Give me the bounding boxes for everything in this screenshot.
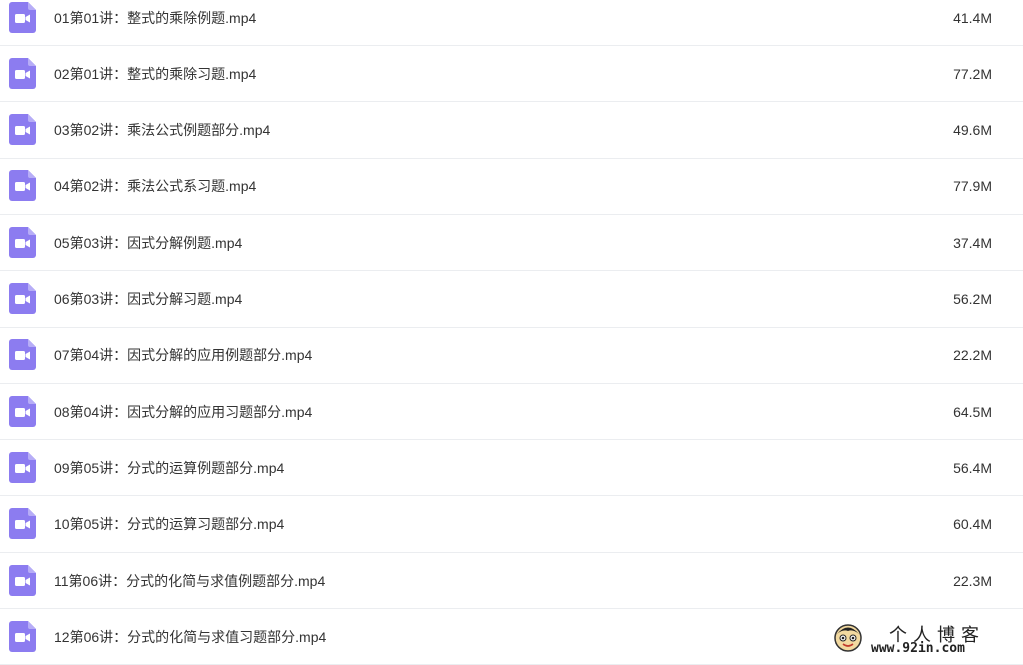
file-name[interactable]: 06第03讲：因式分解习题.mp4 bbox=[54, 272, 242, 327]
video-file-icon bbox=[9, 1, 36, 33]
file-row[interactable]: 03第02讲：乘法公式例题部分.mp4 49.6M bbox=[0, 103, 1023, 159]
video-file-icon bbox=[9, 226, 36, 258]
file-size: 56.2M bbox=[953, 291, 992, 307]
file-size: 77.9M bbox=[953, 178, 992, 195]
file-name[interactable]: 12第06讲：分式的化简与求值习题部分.mp4 bbox=[54, 609, 326, 664]
video-file-icon bbox=[9, 451, 36, 483]
file-row[interactable]: 10第05讲：分式的运算习题部分.mp4 60.4M bbox=[0, 497, 1023, 553]
file-row[interactable]: 09第05讲：分式的运算例题部分.mp4 56.4M bbox=[0, 440, 1023, 497]
watermark: 个人博客 www.92in.com bbox=[829, 619, 1019, 657]
file-size: 37.4M bbox=[953, 234, 992, 251]
file-size: 22.3M bbox=[953, 572, 992, 589]
video-file-icon bbox=[9, 564, 36, 596]
file-size: 60.4M bbox=[953, 516, 992, 533]
video-file-icon bbox=[9, 339, 36, 371]
file-name[interactable]: 10第05讲：分式的运算习题部分.mp4 bbox=[54, 497, 284, 552]
file-row[interactable]: 05第03讲：因式分解例题.mp4 37.4M bbox=[0, 215, 1023, 272]
file-size: 41.4M bbox=[953, 9, 992, 26]
file-name[interactable]: 07第04讲：因式分解的应用例题部分.mp4 bbox=[54, 328, 312, 383]
file-name[interactable]: 08第04讲：因式分解的应用习题部分.mp4 bbox=[54, 384, 312, 439]
file-row[interactable]: 02第01讲：整式的乘除习题.mp4 77.2M bbox=[0, 46, 1023, 103]
file-size: 22.2M bbox=[953, 347, 992, 364]
file-row[interactable]: 01第01讲：整式的乘除例题.mp4 41.4M bbox=[0, 0, 1023, 46]
file-name[interactable]: 02第01讲：整式的乘除习题.mp4 bbox=[54, 46, 256, 101]
video-file-icon bbox=[9, 508, 36, 540]
file-name[interactable]: 04第02讲：乘法公式系习题.mp4 bbox=[54, 159, 256, 214]
file-name[interactable]: 09第05讲：分式的运算例题部分.mp4 bbox=[54, 440, 284, 495]
file-name[interactable]: 03第02讲：乘法公式例题部分.mp4 bbox=[54, 103, 270, 158]
file-size: 56.4M bbox=[953, 459, 992, 476]
video-file-icon bbox=[9, 114, 36, 146]
video-file-icon bbox=[9, 620, 36, 652]
mascot-icon bbox=[834, 624, 862, 652]
file-name[interactable]: 11第06讲：分式的化简与求值例题部分.mp4 bbox=[54, 553, 325, 608]
video-file-icon bbox=[9, 283, 36, 314]
file-row[interactable]: 04第02讲：乘法公式系习题.mp4 77.9M bbox=[0, 159, 1023, 215]
file-list: 01第01讲：整式的乘除例题.mp4 41.4M 02第01讲：整式的乘除习题.mp… bbox=[0, 0, 1023, 665]
file-row[interactable]: 08第04讲：因式分解的应用习题部分.mp4 64.5M bbox=[0, 384, 1023, 441]
file-row[interactable]: 07第04讲：因式分解的应用例题部分.mp4 22.2M bbox=[0, 328, 1023, 384]
file-row[interactable]: 06第03讲：因式分解习题.mp4 56.2M bbox=[0, 272, 1023, 328]
file-size: 77.2M bbox=[953, 65, 992, 82]
watermark-url: www.92in.com bbox=[871, 641, 965, 656]
file-name[interactable]: 01第01讲：整式的乘除例题.mp4 bbox=[54, 0, 256, 45]
video-file-icon bbox=[9, 57, 36, 89]
video-file-icon bbox=[9, 170, 36, 202]
file-size: 49.6M bbox=[953, 122, 992, 139]
file-name[interactable]: 05第03讲：因式分解例题.mp4 bbox=[54, 215, 242, 270]
file-size: 64.5M bbox=[953, 403, 992, 420]
file-row[interactable]: 11第06讲：分式的化简与求值例题部分.mp4 22.3M bbox=[0, 553, 1023, 609]
video-file-icon bbox=[9, 395, 36, 427]
